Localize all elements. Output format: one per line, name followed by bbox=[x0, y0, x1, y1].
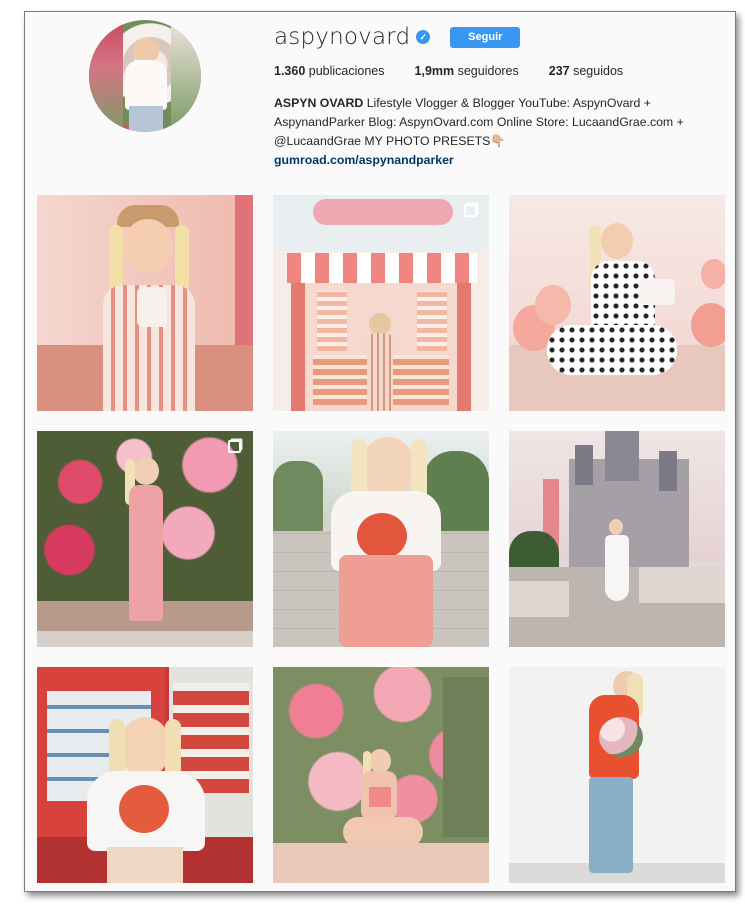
stat-followers-label: seguidores bbox=[457, 64, 519, 78]
carousel-icon bbox=[228, 440, 241, 453]
bio-name: ASPYN OVARD bbox=[274, 96, 364, 110]
profile-bio: ASPYN OVARD Lifestyle Vlogger & Blogger … bbox=[274, 94, 694, 170]
verified-badge-icon: ✓ bbox=[416, 30, 431, 44]
stat-posts-label: publicaciones bbox=[308, 64, 385, 78]
carousel-icon bbox=[464, 204, 477, 217]
stat-following-label: seguidos bbox=[573, 64, 624, 78]
post-tile[interactable] bbox=[509, 431, 725, 647]
stat-following-value: 237 bbox=[548, 64, 570, 78]
post-tile[interactable] bbox=[37, 195, 253, 411]
profile-frame: aspynovard ✓ Seguir 1.360 publicaciones … bbox=[24, 11, 736, 892]
post-tile[interactable] bbox=[509, 667, 725, 883]
post-tile[interactable] bbox=[509, 195, 725, 411]
post-tile[interactable] bbox=[37, 431, 253, 647]
post-tile[interactable] bbox=[273, 667, 489, 883]
stat-posts-value: 1.360 bbox=[274, 64, 306, 78]
username-row: aspynovard ✓ Seguir bbox=[274, 24, 521, 50]
follow-button[interactable]: Seguir bbox=[450, 26, 521, 48]
post-tile[interactable] bbox=[273, 195, 489, 411]
post-tile[interactable] bbox=[37, 667, 253, 883]
stat-followers-value: 1,9mm bbox=[414, 64, 455, 78]
stat-posts: 1.360 publicaciones bbox=[274, 64, 385, 78]
bio-link[interactable]: gumroad.com/aspynandparker bbox=[274, 151, 694, 170]
profile-username: aspynovard bbox=[274, 24, 411, 50]
stat-followers[interactable]: 1,9mm seguidores bbox=[415, 64, 519, 78]
profile-avatar[interactable] bbox=[89, 20, 201, 132]
profile-stats: 1.360 publicaciones 1,9mm seguidores 237… bbox=[274, 64, 653, 78]
post-tile[interactable] bbox=[273, 431, 489, 647]
stat-following[interactable]: 237 seguidos bbox=[549, 64, 623, 78]
